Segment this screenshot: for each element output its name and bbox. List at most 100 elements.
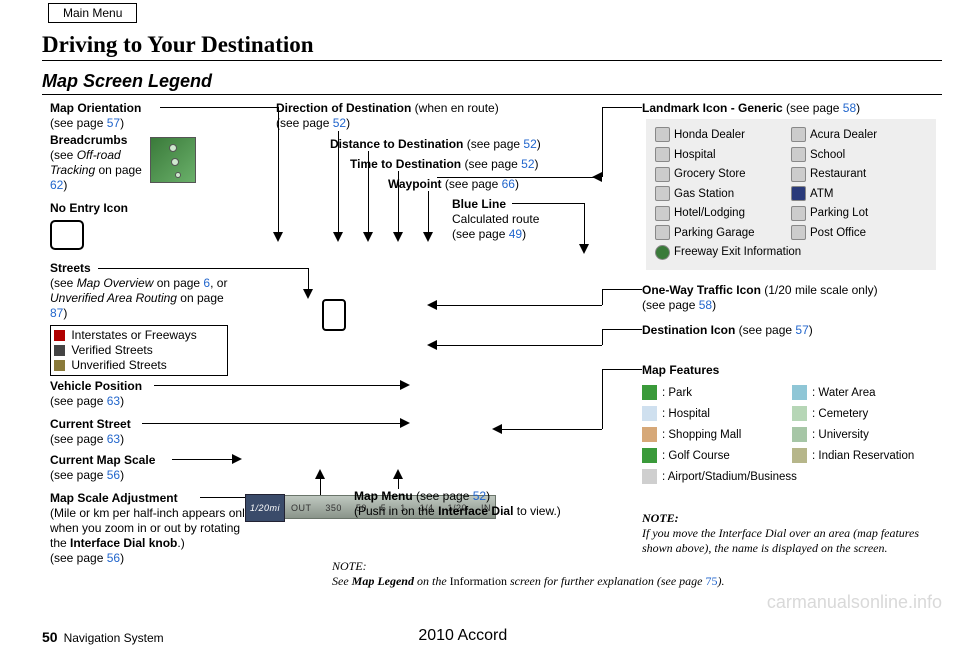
blue-line-body: Calculated route (452, 212, 539, 226)
leader-line (437, 305, 602, 306)
map-menu-body2: to view.) (513, 504, 560, 518)
parking-lot-icon (791, 206, 806, 221)
streets-close: ) (63, 306, 67, 320)
scale-val: 350 (325, 503, 342, 513)
waypoint-see: (see page (442, 177, 502, 191)
map-orientation-see: (see page (50, 116, 107, 130)
arrow-left-icon (427, 300, 437, 310)
leader-line (437, 345, 602, 346)
university-label: : University (812, 429, 869, 441)
main-menu-button[interactable]: Main Menu (48, 3, 137, 23)
blue-line-close: ) (522, 227, 526, 241)
page-link-63b[interactable]: 63 (107, 432, 120, 446)
page-number: 50 (42, 629, 58, 645)
page-link-58b[interactable]: 58 (699, 298, 712, 312)
right-note: NOTE: If you move the Interface Dial ove… (642, 511, 942, 556)
right-note-body: If you move the Interface Dial over an a… (642, 526, 919, 555)
golf-label: : Golf Course (662, 450, 730, 462)
page-link-56a[interactable]: 56 (107, 468, 120, 482)
breadcrumbs-l1: (see (50, 148, 77, 162)
page-link-56b[interactable]: 56 (107, 551, 120, 565)
water-swatch (792, 385, 807, 400)
map-orientation-block: Map Orientation (see page 57) (50, 101, 205, 131)
page-link-52b[interactable]: 52 (523, 137, 536, 151)
bottom-note: NOTE: See Map Legend on the Information … (332, 559, 762, 589)
distance-see: (see page (463, 137, 523, 151)
unverified-label: Unverified Streets (68, 358, 167, 372)
map-orientation-label: Map Orientation (50, 101, 141, 115)
current-map-scale-label: Current Map Scale (50, 453, 155, 467)
page-link-75[interactable]: 75 (706, 574, 718, 588)
arrow-down-icon (303, 289, 313, 299)
map-menu-bold: Interface Dial (438, 504, 513, 518)
leader-line (437, 177, 602, 178)
footer-model: 2010 Accord (164, 627, 762, 645)
arrow-down-icon (393, 232, 403, 242)
map-features-label: Map Features (642, 363, 719, 377)
landmark-header-see: (see page (783, 101, 843, 115)
streets-i2: Unverified Area Routing (50, 291, 177, 305)
atm-icon (791, 186, 806, 201)
page-link-66[interactable]: 66 (502, 177, 515, 191)
verified-swatch (54, 345, 65, 356)
one-way-label: One-Way Traffic Icon (642, 283, 761, 297)
leader-line (142, 423, 400, 424)
leader-line (602, 369, 603, 429)
cemetery-swatch (792, 406, 807, 421)
page-link-49[interactable]: 49 (509, 227, 522, 241)
time-see: (see page (461, 157, 521, 171)
streets-i1: Map Overview (77, 276, 154, 290)
leader-line (602, 289, 642, 290)
destination-icon-label: Destination Icon (642, 323, 735, 337)
cemetery-label: : Cemetery (812, 408, 868, 420)
arrow-left-icon (492, 424, 502, 434)
airport-swatch (642, 469, 657, 484)
scale-adjust-bold: Interface Dial knob (70, 536, 177, 550)
leader-line (584, 203, 585, 249)
school-icon (791, 147, 806, 162)
leader-line (154, 385, 400, 386)
current-map-scale-close: ) (120, 468, 124, 482)
leader-line (602, 329, 603, 345)
breadcrumbs-close: ) (63, 178, 67, 192)
page-link-58a[interactable]: 58 (843, 101, 856, 115)
note-end: ). (718, 574, 725, 588)
page-link-52c[interactable]: 52 (521, 157, 534, 171)
page-link-52d[interactable]: 52 (473, 489, 486, 503)
arrow-up-icon (315, 469, 325, 479)
interstate-label: Interstates or Freeways (68, 328, 197, 342)
page-link-63a[interactable]: 63 (107, 394, 120, 408)
note-pre: See (332, 574, 352, 588)
page-link-62[interactable]: 62 (50, 178, 63, 192)
direction-of-destination-block: Direction of Destination (when en route)… (276, 101, 576, 131)
one-way-suffix: (1/20 mile scale only) (761, 283, 878, 297)
hotel-icon (655, 206, 670, 221)
landmark-honda: Honda Dealer (674, 129, 745, 141)
page-link-87[interactable]: 87 (50, 306, 63, 320)
hospital-icon (655, 147, 670, 162)
page-link-57a[interactable]: 57 (107, 116, 120, 130)
park-label: : Park (662, 387, 692, 399)
watermark: carmanualsonline.info (767, 592, 942, 613)
landmark-grocery: Grocery Store (674, 168, 746, 180)
legend-content: Map Orientation (see page 57) Breadcrumb… (42, 101, 942, 601)
direction-suffix: (when en route) (411, 101, 498, 115)
current-street-close: ) (120, 432, 124, 446)
vehicle-position-block: Vehicle Position (see page 63) (50, 379, 220, 409)
page-link-57b[interactable]: 57 (795, 323, 808, 337)
leader-line (602, 329, 642, 330)
waypoint-block: Waypoint (see page 66) (388, 177, 608, 192)
streets-label: Streets (50, 261, 91, 275)
destination-icon-close: ) (809, 323, 813, 337)
streets-l3: , or (210, 276, 227, 290)
hospital-label: : Hospital (662, 408, 710, 420)
unverified-swatch (54, 360, 65, 371)
streets-block: Streets (see Map Overview on page 6, or … (50, 261, 238, 376)
map-orientation-close: ) (120, 116, 124, 130)
one-way-block: One-Way Traffic Icon (1/20 mile scale on… (642, 283, 942, 313)
leader-line (160, 107, 278, 108)
streets-l4: on page (177, 291, 224, 305)
page-link-52a[interactable]: 52 (333, 116, 346, 130)
page-subtitle: Map Screen Legend (42, 71, 942, 95)
landmark-freeway: Freeway Exit Information (674, 246, 801, 258)
